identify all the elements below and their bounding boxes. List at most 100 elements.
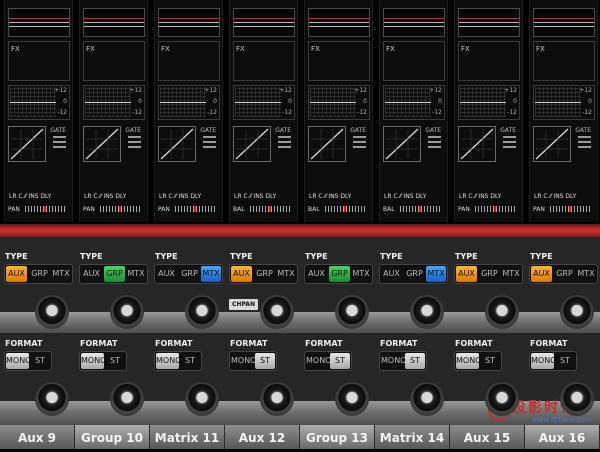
rotary-knob-icon[interactable] [562, 384, 592, 414]
rotary-knob-icon[interactable] [562, 297, 592, 327]
gate-bar [203, 146, 216, 148]
fx-section[interactable]: FX [158, 41, 220, 81]
type-aux-button[interactable]: AUX [231, 266, 252, 282]
type-aux-button[interactable]: AUX [306, 266, 327, 282]
eq-section[interactable]: +12 0 -12 [158, 85, 220, 120]
type-grp-button[interactable]: GRP [104, 266, 125, 282]
channel-overview-panel[interactable]: FX +12 0 -12 GATE LR C ⁄⁄ INS DLY BAL [304, 0, 373, 222]
type-grp-button[interactable]: GRP [554, 266, 575, 282]
rotary-knob-icon[interactable] [412, 384, 442, 414]
channel-overview-panel[interactable]: FX +12 0 -12 GATE LR C ⁄⁄ INS DLY PAN [4, 0, 73, 222]
format-st-button[interactable]: ST [180, 353, 200, 369]
fx-section[interactable]: FX [383, 41, 445, 81]
channel-overview-panel[interactable]: FX +12 0 -12 GATE LR C ⁄⁄ INS DLY PAN [454, 0, 523, 222]
rotary-knob-icon[interactable] [37, 384, 67, 414]
fx-section[interactable]: FX [458, 41, 520, 81]
rotary-knob-icon[interactable] [187, 384, 217, 414]
type-grp-button[interactable]: GRP [29, 266, 50, 282]
channel-tab[interactable]: Group 10 [75, 425, 150, 449]
eq-section[interactable]: +12 0 -12 [458, 85, 520, 120]
type-grp-button[interactable]: GRP [329, 266, 350, 282]
channel-overview-panel[interactable]: FX +12 0 -12 GATE LR C ⁄⁄ INS DLY BAL [379, 0, 448, 222]
format-mono-button[interactable]: MONO [156, 353, 181, 369]
format-st-button[interactable]: ST [255, 353, 275, 369]
format-mono-button[interactable]: MONO [81, 353, 106, 369]
rotary-knob-icon[interactable] [487, 384, 517, 414]
pan-meter [100, 206, 140, 212]
channel-tab[interactable]: Matrix 11 [150, 425, 225, 449]
gate-section[interactable]: GATE [458, 124, 518, 162]
type-mtx-button[interactable]: MTX [276, 266, 296, 282]
channel-tab[interactable]: Group 13 [300, 425, 375, 449]
type-grp-button[interactable]: GRP [179, 266, 200, 282]
channel-tab[interactable]: Aux 9 [0, 425, 75, 449]
format-st-button[interactable]: ST [555, 353, 575, 369]
gate-section[interactable]: GATE [83, 124, 143, 162]
fx-section[interactable]: FX [8, 41, 70, 81]
format-st-button[interactable]: ST [330, 353, 350, 369]
eq-section[interactable]: +12 0 -12 [83, 85, 145, 120]
channel-overview-panel[interactable]: FX +12 0 -12 GATE LR C ⁄⁄ INS DLY PAN [529, 0, 598, 222]
type-aux-button[interactable]: AUX [531, 266, 552, 282]
channel-overview-panel[interactable]: FX +12 0 -12 GATE LR C ⁄⁄ INS DLY PAN [79, 0, 148, 222]
rotary-knob-icon[interactable] [187, 297, 217, 327]
rotary-knob-icon[interactable] [112, 384, 142, 414]
format-mono-button[interactable]: MONO [6, 353, 31, 369]
fx-section[interactable]: FX [533, 41, 595, 81]
type-aux-button[interactable]: AUX [6, 266, 27, 282]
eq-section[interactable]: +12 0 -12 [233, 85, 295, 120]
type-aux-button[interactable]: AUX [381, 266, 402, 282]
rotary-knob-icon[interactable] [262, 384, 292, 414]
format-mono-button[interactable]: MONO [306, 353, 331, 369]
format-mono-button[interactable]: MONO [381, 353, 406, 369]
rotary-knob-icon[interactable] [337, 384, 367, 414]
gate-section[interactable]: GATE [383, 124, 443, 162]
type-grp-button[interactable]: GRP [479, 266, 500, 282]
format-st-button[interactable]: ST [30, 353, 50, 369]
fx-section[interactable]: FX [308, 41, 370, 81]
gate-section[interactable]: GATE [233, 124, 293, 162]
eq-tick-label: 0 [288, 98, 292, 105]
fx-section[interactable]: FX [233, 41, 295, 81]
rotary-knob-icon[interactable] [412, 297, 442, 327]
format-mono-button[interactable]: MONO [456, 353, 481, 369]
channel-tab[interactable]: Aux 12 [225, 425, 300, 449]
channel-tab[interactable]: Aux 16 [525, 425, 600, 449]
eq-section[interactable]: +12 0 -12 [8, 85, 70, 120]
eq-section[interactable]: +12 0 -12 [533, 85, 595, 120]
channel-overview-panel[interactable]: FX +12 0 -12 GATE LR C ⁄⁄ INS DLY PAN [154, 0, 223, 222]
eq-section[interactable]: +12 0 -12 [383, 85, 445, 120]
rotary-knob-icon[interactable] [487, 297, 517, 327]
rotary-knob-icon[interactable] [262, 297, 292, 327]
rotary-knob-icon[interactable] [37, 297, 67, 327]
channel-tab[interactable]: Aux 15 [450, 425, 525, 449]
gate-section[interactable]: GATE [158, 124, 218, 162]
format-mono-button[interactable]: MONO [231, 353, 256, 369]
format-mono-button[interactable]: MONO [531, 353, 556, 369]
format-st-button[interactable]: ST [480, 353, 500, 369]
gate-section[interactable]: GATE [533, 124, 593, 162]
eq-section[interactable]: +12 0 -12 [308, 85, 370, 120]
type-grp-button[interactable]: GRP [404, 266, 425, 282]
type-mtx-button[interactable]: MTX [51, 266, 71, 282]
channel-overview-panel[interactable]: FX +12 0 -12 GATE LR C ⁄⁄ INS DLY BAL [229, 0, 298, 222]
format-st-button[interactable]: ST [405, 353, 425, 369]
channel-tab[interactable]: Matrix 14 [375, 425, 450, 449]
meter-white-line [234, 22, 294, 23]
type-aux-button[interactable]: AUX [456, 266, 477, 282]
type-mtx-button[interactable]: MTX [501, 266, 521, 282]
type-mtx-button[interactable]: MTX [576, 266, 596, 282]
type-mtx-button[interactable]: MTX [426, 266, 446, 282]
type-mtx-button[interactable]: MTX [126, 266, 146, 282]
type-mtx-button[interactable]: MTX [201, 266, 221, 282]
rotary-knob-icon[interactable] [112, 297, 142, 327]
gate-section[interactable]: GATE [308, 124, 368, 162]
fx-section[interactable]: FX [83, 41, 145, 81]
format-st-button[interactable]: ST [105, 353, 125, 369]
type-aux-button[interactable]: AUX [156, 266, 177, 282]
rotary-knob-icon[interactable] [337, 297, 367, 327]
gate-section[interactable]: GATE [8, 124, 68, 162]
type-grp-button[interactable]: GRP [254, 266, 275, 282]
type-aux-button[interactable]: AUX [81, 266, 102, 282]
type-mtx-button[interactable]: MTX [351, 266, 371, 282]
